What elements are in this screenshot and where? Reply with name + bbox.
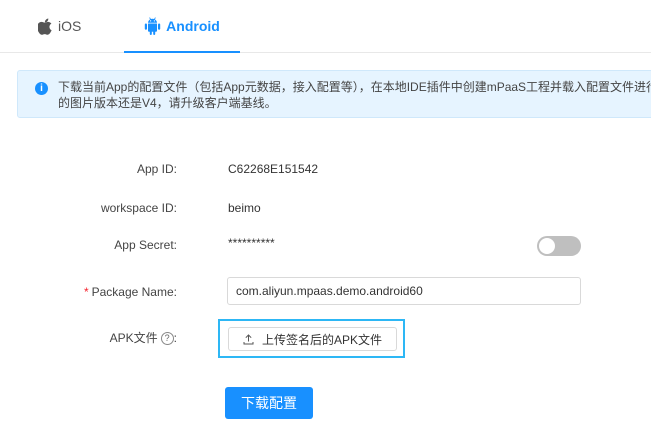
show-secret-toggle[interactable] [537, 236, 581, 256]
tab-android[interactable]: Android [124, 0, 240, 53]
alert-line-1: 下载当前App的配置文件（包括App元数据，接入配置等），在本地IDE插件中创建… [58, 80, 651, 94]
android-icon [144, 17, 161, 35]
apple-icon [38, 18, 52, 35]
upload-apk-label: 上传签名后的APK文件 [261, 332, 382, 347]
workspace-id-value: beimo [228, 201, 261, 215]
apk-file-label-text: APK文件 [109, 331, 158, 345]
upload-apk-button[interactable]: 上传签名后的APK文件 [228, 327, 397, 351]
download-config-button[interactable]: 下载配置 [225, 387, 313, 419]
platform-tabs: iOS Android [0, 0, 651, 53]
upload-icon [243, 333, 254, 344]
info-icon: i [35, 82, 48, 95]
apk-file-label-colon: : [173, 331, 177, 345]
toggle-knob [539, 238, 555, 254]
tab-ios-label: iOS [58, 18, 82, 34]
required-mark: * [83, 285, 89, 299]
app-secret-label: App Secret: [114, 238, 177, 252]
active-tab-indicator [124, 51, 240, 53]
apk-file-label: APK文件?: [110, 329, 177, 346]
app-secret-value: ********** [228, 236, 275, 250]
alert-line-2: 的图片版本还是V4，请升级客户端基线。 [58, 96, 277, 110]
info-alert: i 下载当前App的配置文件（包括App元数据，接入配置等），在本地IDE插件中… [17, 70, 651, 118]
help-icon[interactable]: ? [160, 332, 174, 346]
app-id-value: C62268E151542 [228, 162, 319, 176]
package-name-input[interactable] [227, 277, 581, 305]
package-name-label: * Package Name: [84, 285, 177, 299]
alert-text: 下载当前App的配置文件（包括App元数据，接入配置等），在本地IDE插件中创建… [58, 79, 651, 111]
workspace-id-label: workspace ID: [100, 201, 177, 215]
app-id-label: App ID: [136, 162, 177, 176]
tab-android-label: Android [166, 18, 220, 34]
package-name-label-text: Package Name: [91, 285, 177, 299]
upload-highlight-frame: 上传签名后的APK文件 [218, 319, 405, 358]
tab-ios[interactable]: iOS [38, 0, 81, 52]
